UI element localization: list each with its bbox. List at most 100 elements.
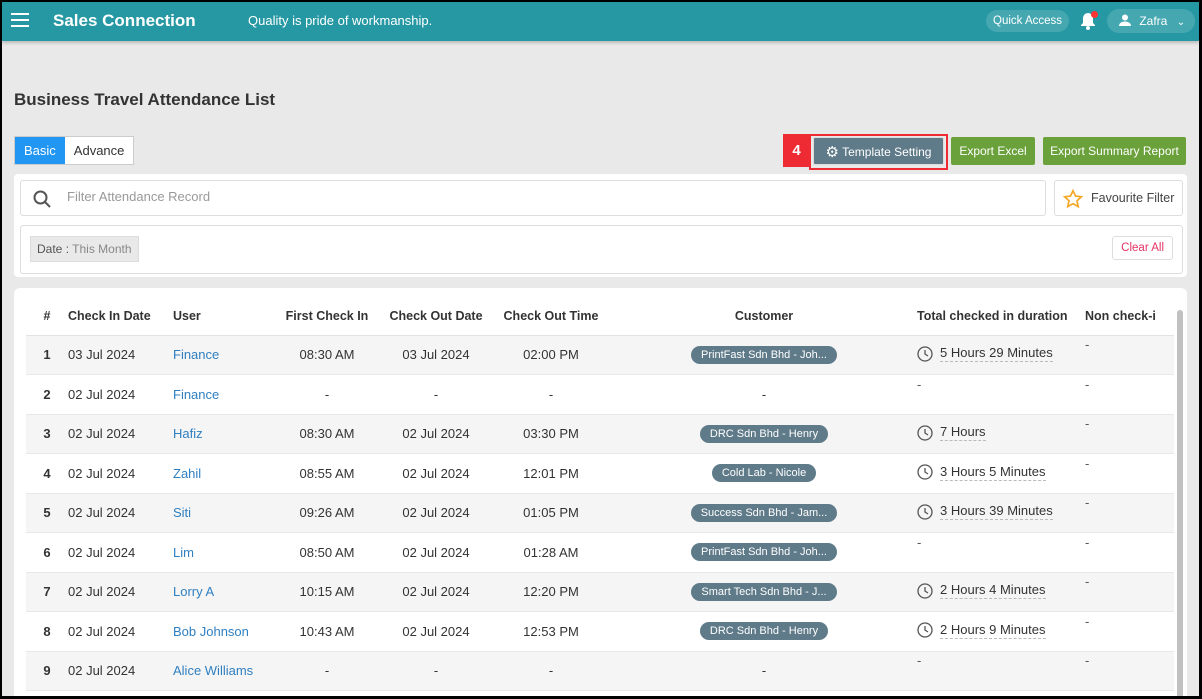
duration-value: 3 Hours 5 Minutes bbox=[940, 463, 1046, 481]
check-out-date: 02 Jul 2024 bbox=[381, 453, 491, 494]
user-link[interactable]: Lorry A bbox=[173, 584, 214, 599]
table-row[interactable]: 9 02 Jul 2024 Alice Williams - - - - - - bbox=[26, 651, 1174, 691]
search-box bbox=[20, 180, 1046, 216]
column-header[interactable]: Check Out Time bbox=[491, 297, 611, 336]
app-window: Sales Connection Quality is pride of wor… bbox=[2, 2, 1199, 696]
table-row[interactable]: 5 02 Jul 2024 Siti 09:26 AM 02 Jul 2024 … bbox=[26, 493, 1174, 533]
column-header[interactable]: Total checked in duration bbox=[917, 297, 1085, 336]
notification-dot bbox=[1091, 11, 1098, 18]
non-check-in: - bbox=[1085, 495, 1090, 511]
duration-value: 7 Hours bbox=[940, 424, 986, 441]
user-link[interactable]: Alice Williams bbox=[173, 663, 253, 678]
row-number: 6 bbox=[26, 532, 68, 573]
check-out-time: 01:05 PM bbox=[491, 493, 611, 533]
customer-badge[interactable]: Smart Tech Sdn Bhd - J... bbox=[691, 582, 837, 601]
view-tabs: Basic Advance bbox=[14, 136, 135, 165]
duration-value: 2 Hours 9 Minutes bbox=[940, 621, 1046, 639]
check-out-time: 01:28 AM bbox=[491, 532, 611, 573]
attendance-table-card: # Check In Date User First Check In Check Ou… bbox=[14, 288, 1187, 696]
first-check-in: 10:43 AM bbox=[273, 611, 381, 652]
chevron-down-icon: ⌄ bbox=[1176, 17, 1186, 28]
customer-badge[interactable]: PrintFast Sdn Bhd - Joh... bbox=[691, 345, 837, 364]
top-bar: Sales Connection Quality is pride of wor… bbox=[2, 2, 1199, 41]
step-badge: 4 bbox=[783, 134, 810, 167]
user-link[interactable]: Siti bbox=[173, 505, 191, 520]
customer-empty: - bbox=[761, 386, 767, 402]
clock-icon bbox=[917, 464, 933, 480]
vertical-scrollbar[interactable] bbox=[1177, 310, 1183, 696]
row-number: 9 bbox=[26, 651, 68, 691]
non-check-in: - bbox=[1085, 455, 1090, 471]
clock-icon bbox=[917, 345, 933, 362]
table-row[interactable]: 2 02 Jul 2024 Finance - - - - - - bbox=[26, 374, 1174, 415]
table-row[interactable]: 4 02 Jul 2024 Zahil 08:55 AM 02 Jul 2024… bbox=[26, 453, 1174, 494]
tab-advance[interactable]: Advance bbox=[65, 137, 134, 164]
non-check-in: - bbox=[1085, 574, 1090, 590]
table-row[interactable]: 7 02 Jul 2024 Lorry A 10:15 AM 02 Jul 20… bbox=[26, 572, 1174, 612]
table-row[interactable]: 3 02 Jul 2024 Hafiz 08:30 AM 02 Jul 2024… bbox=[26, 414, 1174, 454]
first-check-in: 09:26 AM bbox=[273, 493, 381, 533]
customer-badge[interactable]: Cold Lab - Nicole bbox=[711, 464, 817, 483]
user-link[interactable]: Zahil bbox=[173, 466, 201, 481]
search-icon bbox=[33, 190, 51, 208]
non-check-in: - bbox=[1085, 653, 1090, 669]
customer-badge[interactable]: DRC Sdn Bhd - Henry bbox=[699, 622, 829, 641]
check-out-time: - bbox=[491, 374, 611, 415]
user-link[interactable]: Bob Johnson bbox=[173, 624, 249, 639]
first-check-in: 08:50 AM bbox=[273, 532, 381, 573]
check-out-date: 02 Jul 2024 bbox=[381, 532, 491, 573]
check-out-time: 03:30 PM bbox=[491, 414, 611, 454]
customer-badge[interactable]: DRC Sdn Bhd - Henry bbox=[699, 424, 829, 443]
table-row[interactable]: 1 03 Jul 2024 Finance 08:30 AM 03 Jul 20… bbox=[26, 335, 1174, 375]
app-title: Sales Connection bbox=[53, 11, 196, 30]
check-in-date: 02 Jul 2024 bbox=[68, 611, 173, 652]
check-out-time: 02:00 PM bbox=[491, 335, 611, 375]
row-number: 2 bbox=[26, 374, 68, 415]
table-row[interactable]: 8 02 Jul 2024 Bob Johnson 10:43 AM 02 Ju… bbox=[26, 611, 1174, 652]
user-link[interactable]: Finance bbox=[173, 347, 219, 362]
check-in-date: 02 Jul 2024 bbox=[68, 453, 173, 494]
quick-access-button[interactable]: Quick Access bbox=[986, 10, 1070, 32]
column-header[interactable]: Customer bbox=[611, 297, 917, 336]
star-icon bbox=[1063, 189, 1083, 209]
table-row[interactable]: 6 02 Jul 2024 Lim 08:50 AM 02 Jul 2024 0… bbox=[26, 532, 1174, 573]
export-excel-button[interactable]: Export Excel bbox=[951, 137, 1035, 165]
first-check-in: 08:30 AM bbox=[273, 414, 381, 454]
non-check-in: - bbox=[1085, 416, 1090, 432]
duration-empty: - bbox=[917, 653, 922, 669]
customer-badge[interactable]: Success Sdn Bhd - Jam... bbox=[690, 503, 838, 522]
filter-input[interactable] bbox=[67, 189, 967, 204]
active-filters: Date : This Month Clear All bbox=[20, 225, 1183, 274]
non-check-in: - bbox=[1085, 337, 1090, 353]
first-check-in: 08:30 AM bbox=[273, 335, 381, 375]
column-header[interactable]: First Check In bbox=[273, 297, 381, 336]
check-in-date: 02 Jul 2024 bbox=[68, 374, 173, 415]
column-header[interactable]: User bbox=[173, 297, 273, 336]
clear-all-button[interactable]: Clear All bbox=[1112, 236, 1173, 260]
check-in-date: 02 Jul 2024 bbox=[68, 532, 173, 573]
check-out-time: 12:53 PM bbox=[491, 611, 611, 652]
export-summary-report-button[interactable]: Export Summary Report bbox=[1043, 137, 1186, 165]
attendance-table: # Check In Date User First Check In Check Ou… bbox=[26, 297, 1174, 691]
check-out-date: 02 Jul 2024 bbox=[381, 493, 491, 533]
column-header[interactable]: Non check-i bbox=[1085, 297, 1174, 336]
column-header[interactable]: Check In Date bbox=[68, 297, 173, 336]
customer-badge[interactable]: PrintFast Sdn Bhd - Joh... bbox=[691, 543, 837, 562]
check-out-time: 12:20 PM bbox=[491, 572, 611, 612]
user-link[interactable]: Hafiz bbox=[173, 426, 203, 441]
check-out-time: - bbox=[491, 651, 611, 691]
column-header[interactable]: # bbox=[26, 297, 68, 336]
user-link[interactable]: Lim bbox=[173, 545, 194, 560]
user-link[interactable]: Finance bbox=[173, 387, 219, 402]
user-icon bbox=[1119, 14, 1131, 26]
favourite-filter-button[interactable]: Favourite Filter bbox=[1054, 180, 1183, 216]
hamburger-menu-icon[interactable] bbox=[11, 13, 29, 27]
non-check-in: - bbox=[1085, 376, 1090, 392]
column-header[interactable]: Check Out Date bbox=[381, 297, 491, 336]
customer-empty: - bbox=[761, 663, 767, 679]
check-in-date: 02 Jul 2024 bbox=[68, 414, 173, 454]
tab-basic[interactable]: Basic bbox=[15, 137, 65, 164]
template-setting-button[interactable]: ⚙ Template Setting bbox=[813, 137, 944, 165]
date-filter-chip[interactable]: Date : This Month bbox=[30, 236, 139, 262]
user-menu[interactable]: Zafra ⌄ bbox=[1107, 9, 1195, 33]
